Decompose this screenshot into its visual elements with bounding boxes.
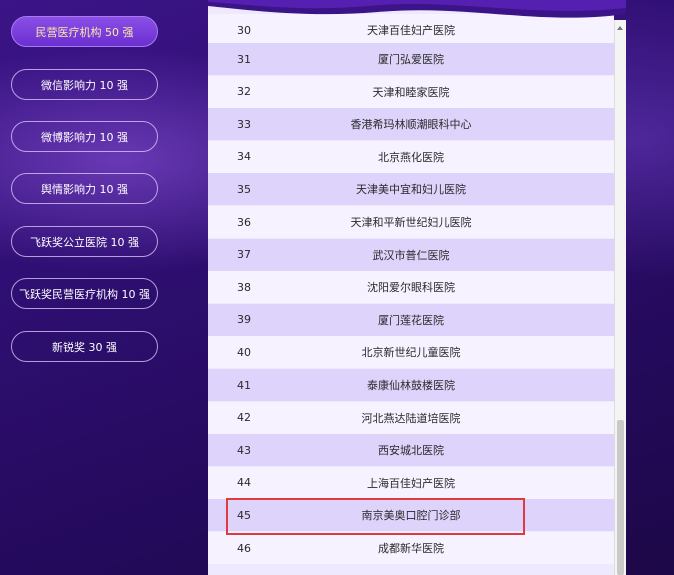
hospital-name: 天津和睦家医院 — [372, 85, 450, 99]
table-row[interactable]: 38 沈阳爱尔眼科医院 — [208, 271, 614, 304]
hospital-name: 北京燕化医院 — [378, 150, 444, 164]
hospital-name: 厦门莲花医院 — [378, 313, 444, 327]
hospital-name: 泰康仙林鼓楼医院 — [367, 379, 455, 392]
hospital-name: 沈阳爱尔眼科医院 — [367, 281, 455, 295]
rank-number: 42 — [237, 411, 251, 425]
rank-number: 36 — [237, 215, 251, 229]
table-row[interactable]: 44 上海百佳妇产医院 — [208, 466, 614, 499]
table-row[interactable]: 33 香港希玛林顺潮眼科中心 — [208, 108, 614, 141]
table-row[interactable]: 34 北京燕化医院 — [208, 140, 614, 173]
sidebar-item-label: 新锐奖 30 强 — [52, 340, 117, 354]
rank-number: 31 — [237, 52, 251, 66]
rank-number: 38 — [237, 280, 251, 294]
hospital-name: 成都新华医院 — [378, 542, 444, 555]
highlight-box — [226, 498, 525, 535]
sidebar-item-1[interactable]: 微信影响力 10 强 — [11, 69, 158, 100]
sidebar-item-label: 飞跃奖民营医疗机构 10 强 — [19, 287, 150, 301]
table-row[interactable]: 42 河北燕达陆道培医院 — [208, 401, 614, 434]
sidebar-item-label: 舆情影响力 10 强 — [41, 182, 128, 196]
table-row[interactable]: 31 厦门弘爱医院 — [208, 43, 614, 75]
rank-number: 44 — [237, 476, 251, 490]
header-wave-decoration — [208, 0, 626, 18]
hospital-name: 河北燕达陆道培医院 — [361, 411, 461, 425]
rank-number: 40 — [237, 345, 251, 359]
sidebar-item-label: 飞跃奖公立医院 10 强 — [30, 235, 139, 249]
rank-number: 39 — [237, 313, 251, 327]
rank-number: 37 — [237, 248, 251, 262]
sidebar-item-0[interactable]: 民营医疗机构 50 强 — [11, 16, 158, 47]
table-row[interactable]: 39 厦门莲花医院 — [208, 303, 614, 336]
rank-number: 32 — [237, 85, 251, 99]
hospital-name: 武汉市普仁医院 — [372, 248, 450, 262]
ranking-table: 30 天津百佳妇产医院 31 厦门弘爱医院 32 天津和睦家医院 33 香港希玛林顺潮眼科… — [208, 0, 614, 575]
table-row[interactable]: 36 天津和平新世纪妇儿医院 — [208, 206, 614, 238]
sidebar-item-6[interactable]: 新锐奖 30 强 — [11, 331, 158, 362]
hospital-name: 厦门弘爱医院 — [378, 53, 444, 66]
hospital-name: 天津和平新世纪妇儿医院 — [350, 216, 472, 229]
rank-number: 46 — [237, 541, 251, 555]
hospital-name: 上海百佳妇产医院 — [367, 476, 455, 490]
rank-number: 33 — [237, 117, 251, 131]
scrollbar[interactable] — [614, 20, 626, 575]
table-row[interactable]: 32 天津和睦家医院 — [208, 75, 614, 108]
rank-number: 43 — [237, 443, 251, 457]
table-row[interactable]: 37 武汉市普仁医院 — [208, 238, 614, 271]
table-row[interactable]: 40 北京新世纪儿童医院 — [208, 336, 614, 369]
sidebar-item-5[interactable]: 飞跃奖民营医疗机构 10 强 — [11, 278, 158, 309]
hospital-name: 天津美中宜和妇儿医院 — [356, 183, 466, 197]
rank-number: 34 — [237, 150, 251, 164]
scroll-up-arrow-icon[interactable] — [617, 26, 623, 30]
sidebar-item-label: 民营医疗机构 50 强 — [35, 25, 134, 39]
rank-number: 41 — [237, 378, 251, 392]
hospital-name: 北京新世纪儿童医院 — [361, 346, 461, 360]
table-row[interactable]: 35 天津美中宜和妇儿医院 — [208, 173, 614, 206]
table-row[interactable]: 46 成都新华医院 — [208, 532, 614, 564]
scrollbar-thumb[interactable] — [617, 420, 624, 575]
sidebar-item-label: 微博影响力 10 强 — [41, 130, 128, 144]
rank-number: 35 — [237, 182, 251, 196]
sidebar-item-2[interactable]: 微博影响力 10 强 — [11, 121, 158, 152]
hospital-name: 香港希玛林顺潮眼科中心 — [350, 118, 472, 132]
sidebar-item-3[interactable]: 舆情影响力 10 强 — [11, 173, 158, 204]
sidebar-item-4[interactable]: 飞跃奖公立医院 10 强 — [11, 226, 158, 257]
hospital-name: 西安城北医院 — [378, 444, 444, 458]
table-row[interactable]: 43 西安城北医院 — [208, 434, 614, 467]
sidebar-nav: 民营医疗机构 50 强微信影响力 10 强微博影响力 10 强舆情影响力 10 … — [0, 0, 200, 575]
sidebar-item-label: 微信影响力 10 强 — [41, 78, 128, 92]
table-row[interactable]: 41 泰康仙林鼓楼医院 — [208, 369, 614, 401]
